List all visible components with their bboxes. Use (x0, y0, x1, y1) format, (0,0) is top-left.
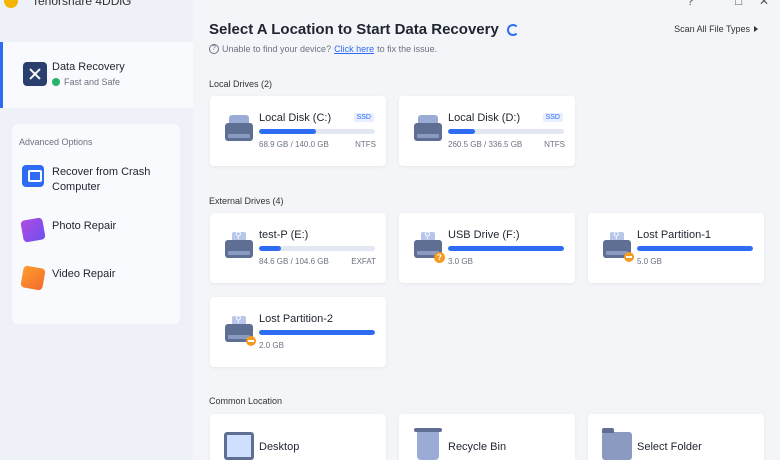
sidebar-item-subtitle: Fast and Safe (52, 77, 120, 87)
drive-card-c[interactable]: Local Disk (C:) SSD 68.9 GB / 140.0 GB N… (210, 96, 386, 166)
crash-computer-icon (22, 165, 44, 187)
warning-badge-icon (624, 252, 634, 262)
folder-icon (602, 428, 632, 460)
page-title: Select A Location to Start Data Recovery (209, 21, 519, 38)
drive-size: 2.0 GB (259, 341, 284, 350)
drive-card-lost-partition-2[interactable]: Lost Partition-2 2.0 GB (210, 297, 386, 367)
drive-name: test-P (E:) (259, 229, 309, 241)
help-line: ? Unable to find your device? Click here… (209, 44, 437, 54)
external-drives-title: External Drives (4) (209, 196, 284, 206)
usage-bar-fill (448, 129, 475, 134)
usage-bar (637, 246, 753, 251)
brand: Tenorshare 4DDiG (0, 0, 131, 10)
sidebar-item-data-recovery[interactable]: Data Recovery Fast and Safe (0, 42, 193, 108)
page-title-text: Select A Location to Start Data Recovery (209, 21, 499, 38)
location-label: Desktop (259, 441, 300, 453)
usb-drive-icon (225, 314, 256, 346)
usb-drive-icon (225, 230, 253, 260)
data-recovery-icon (23, 62, 47, 86)
common-location-title: Common Location (209, 396, 283, 406)
app-logo-icon (4, 0, 18, 8)
sidebar-item-crash-recovery[interactable]: Recover from Crash Computer (12, 159, 180, 199)
photo-repair-icon (20, 217, 46, 243)
drive-card-f[interactable]: ? USB Drive (F:) 3.0 GB (399, 213, 575, 283)
unknown-status-badge: ? (434, 252, 445, 263)
sidebar-item-label: Recover from Crash Computer (52, 166, 151, 193)
usb-drive-icon: ? (414, 230, 445, 263)
refresh-icon[interactable] (506, 23, 519, 36)
help-prefix: Unable to find your device? (222, 44, 332, 54)
drive-filesystem: NTFS (544, 140, 565, 149)
sidebar-item-photo-repair[interactable]: Photo Repair (12, 213, 180, 253)
drive-size: 5.0 GB (637, 257, 662, 266)
drive-card-e[interactable]: test-P (E:) 84.6 GB / 104.6 GB EXFAT (210, 213, 386, 283)
click-here-link[interactable]: Click here (334, 44, 374, 54)
sidebar-item-label: Video Repair (52, 268, 116, 280)
usage-bar (448, 246, 564, 251)
fast-and-safe-label: Fast and Safe (64, 77, 121, 87)
hard-drive-icon (225, 115, 253, 143)
usage-bar-fill (448, 246, 564, 251)
usage-bar (259, 129, 375, 134)
hard-drive-icon (414, 115, 442, 143)
help-window-button[interactable]: ? (687, 0, 694, 8)
usage-bar (448, 129, 564, 134)
drive-name: Lost Partition-2 (259, 313, 333, 325)
recycle-bin-icon (414, 428, 442, 460)
drive-card-lost-partition-1[interactable]: Lost Partition-1 5.0 GB (588, 213, 764, 283)
video-repair-icon (20, 265, 46, 291)
location-desktop[interactable]: Desktop (210, 414, 386, 460)
location-label: Select Folder (637, 441, 702, 453)
drive-size: 3.0 GB (448, 257, 473, 266)
desktop-icon (224, 432, 254, 460)
advanced-options-title: Advanced Options (19, 137, 93, 147)
shield-check-icon (52, 78, 60, 86)
drive-name: Local Disk (D:) (448, 112, 521, 124)
drive-name: Local Disk (C:) (259, 112, 332, 124)
app-name: Tenorshare 4DDiG (32, 0, 132, 8)
advanced-options-panel: Advanced Options Recover from Crash Comp… (12, 124, 180, 324)
close-window-button[interactable]: ✕ (759, 0, 769, 8)
warning-badge-icon (246, 336, 256, 346)
drive-filesystem: EXFAT (351, 257, 376, 266)
drive-name: USB Drive (F:) (448, 229, 520, 241)
usb-drive-icon (603, 230, 634, 262)
sidebar-item-label: Photo Repair (52, 220, 117, 232)
usage-bar-fill (259, 129, 316, 134)
restore-window-button[interactable]: □ (735, 0, 742, 8)
drive-filesystem: NTFS (355, 140, 376, 149)
usage-bar (259, 330, 375, 335)
drive-size: 84.6 GB / 104.6 GB (259, 257, 329, 266)
location-label: Recycle Bin (448, 441, 507, 453)
main-content: ? □ ✕ Select A Location to Start Data Re… (193, 0, 780, 460)
question-icon: ? (209, 44, 219, 54)
drive-name: Lost Partition-1 (637, 229, 711, 241)
drive-type-badge: SSD (542, 113, 563, 122)
scan-all-file-types-button[interactable]: Scan All File Types (674, 24, 758, 34)
usage-bar (259, 246, 375, 251)
local-drives-title: Local Drives (2) (209, 79, 273, 89)
sidebar-item-label: Data Recovery (52, 61, 125, 73)
drive-size: 68.9 GB / 140.0 GB (259, 140, 329, 149)
drive-type-badge: SSD (353, 113, 374, 122)
drive-card-d[interactable]: Local Disk (D:) SSD 260.5 GB / 336.5 GB … (399, 96, 575, 166)
help-suffix: to fix the issue. (377, 44, 438, 54)
usage-bar-fill (259, 246, 282, 251)
usage-bar-fill (259, 330, 375, 335)
sidebar-item-video-repair[interactable]: Video Repair (12, 261, 180, 301)
usage-bar-fill (637, 246, 753, 251)
sidebar: Tenorshare 4DDiG Data Recovery Fast and … (0, 0, 193, 460)
location-recycle-bin[interactable]: Recycle Bin (399, 414, 575, 460)
location-select-folder[interactable]: Select Folder (588, 414, 764, 460)
drive-size: 260.5 GB / 336.5 GB (448, 140, 523, 149)
